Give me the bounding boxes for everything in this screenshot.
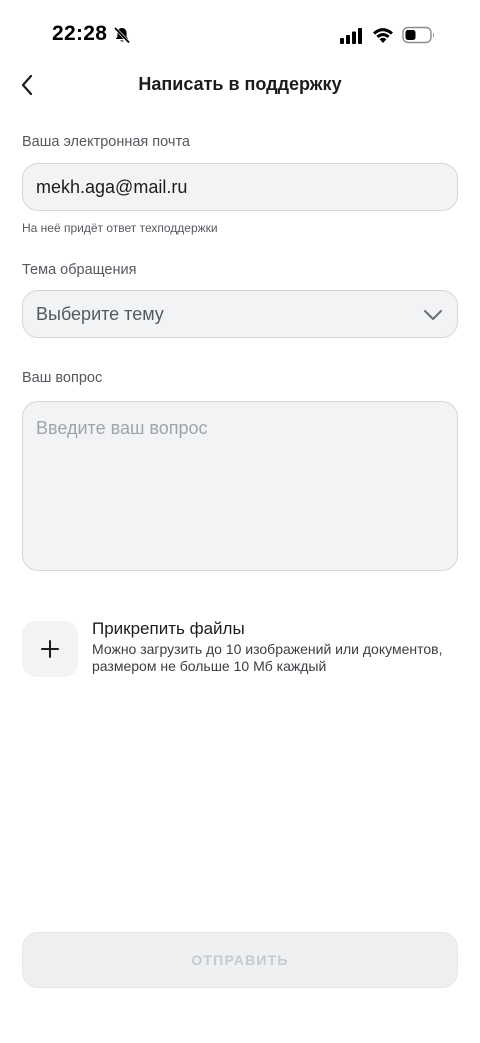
attach-files-title: Прикрепить файлы [92, 619, 245, 638]
email-label: Ваша электронная почта [22, 134, 190, 150]
cellular-signal-icon [340, 28, 362, 44]
plus-icon [41, 640, 59, 658]
page-title: Написать в поддержку [138, 74, 342, 94]
topic-label: Тема обращения [22, 262, 137, 278]
nav-bar: Написать в поддержку [0, 62, 480, 108]
bell-muted-icon [113, 26, 131, 44]
submit-button[interactable]: ОТПРАВИТЬ [22, 932, 458, 988]
question-label: Ваш вопрос [22, 370, 103, 386]
attach-files-row: Прикрепить файлы Можно загрузить до 10 и… [22, 619, 458, 681]
topic-select[interactable]: Выберите тему [22, 290, 458, 338]
chevron-down-icon [424, 310, 442, 320]
attach-files-button[interactable] [22, 621, 78, 677]
status-bar: 22:28 [0, 0, 480, 70]
battery-icon [402, 26, 434, 44]
topic-placeholder: Выберите тему [36, 303, 164, 324]
question-placeholder: Введите ваш вопрос [36, 418, 208, 438]
email-field[interactable]: mekh.aga@mail.ru [22, 163, 458, 211]
wifi-icon [373, 28, 393, 43]
attach-files-description: Можно загрузить до 10 изображений или до… [92, 641, 443, 674]
email-hint: На неё придёт ответ техподдержки [22, 221, 218, 235]
question-textarea[interactable]: Введите ваш вопрос [22, 401, 458, 571]
status-time: 22:28 [52, 22, 108, 45]
